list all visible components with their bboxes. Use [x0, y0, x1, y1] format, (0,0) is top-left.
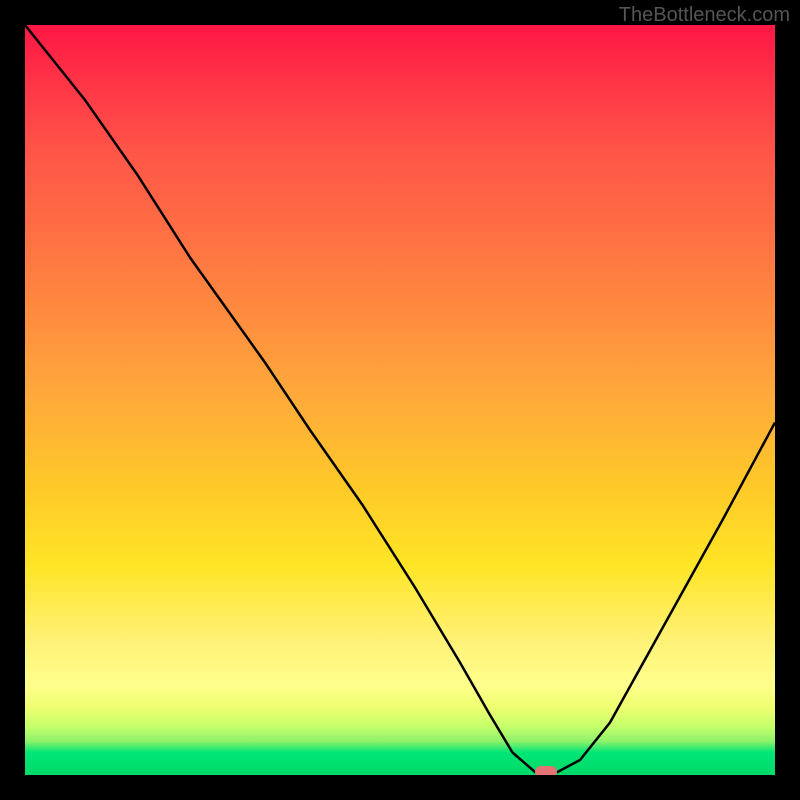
watermark-text: TheBottleneck.com	[619, 4, 790, 27]
curve-svg	[25, 25, 775, 775]
curve-path	[25, 25, 775, 772]
plot-area	[25, 25, 775, 775]
optimum-marker	[535, 766, 557, 775]
